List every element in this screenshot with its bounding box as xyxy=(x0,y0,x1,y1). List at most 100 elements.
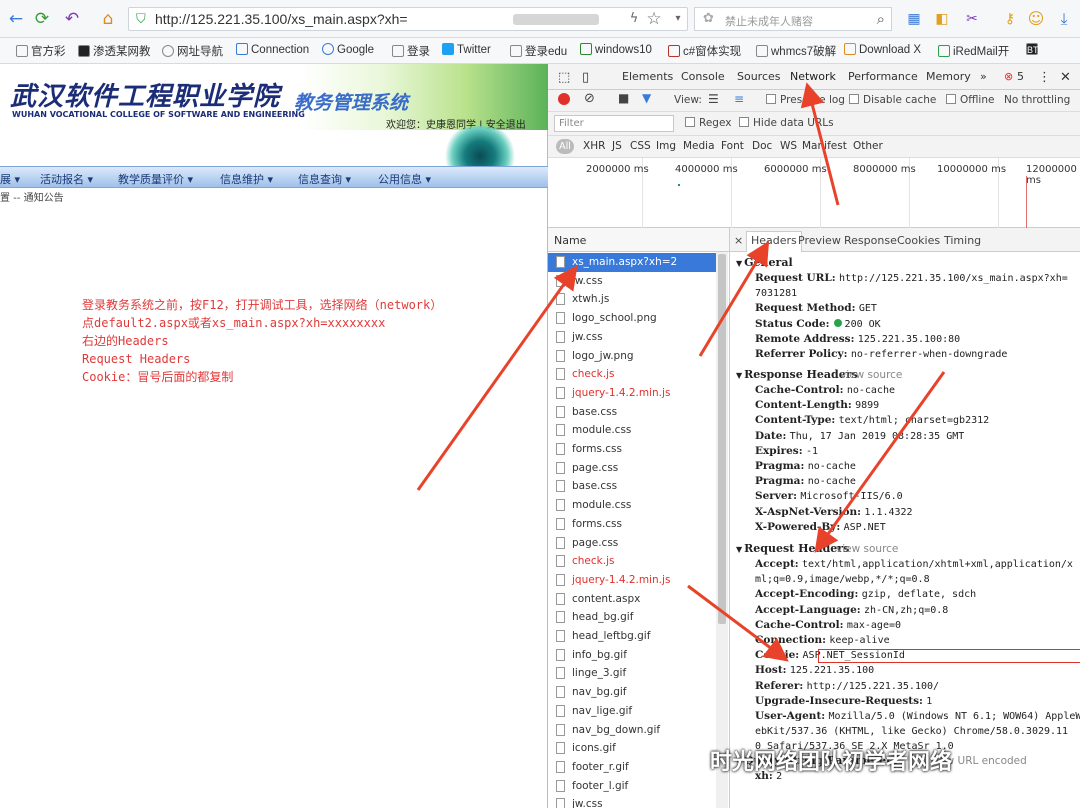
type-js[interactable]: JS xyxy=(612,140,622,152)
camera-icon[interactable]: ■ xyxy=(618,91,629,105)
filter-input[interactable]: Filter xyxy=(554,115,674,132)
nav-item[interactable]: 信息维护 ▾ xyxy=(220,171,273,187)
tab-memory[interactable]: Memory xyxy=(926,70,971,83)
type-img[interactable]: Img xyxy=(656,140,676,152)
error-icon[interactable]: ⊗ xyxy=(1004,70,1013,83)
key-icon[interactable]: ⚷ xyxy=(1000,9,1020,29)
request-row[interactable]: jquery-1.4.2.min.js xyxy=(548,571,716,590)
tab-timing[interactable]: Timing xyxy=(944,234,981,247)
tab-response[interactable]: Response xyxy=(844,234,897,247)
device-icon[interactable]: ▯ xyxy=(582,70,589,85)
request-row[interactable]: head_bg.gif xyxy=(548,608,716,627)
view-source-link[interactable]: view source xyxy=(840,369,902,381)
offline-checkbox[interactable]: Offline xyxy=(946,94,994,106)
request-row[interactable]: xtwh.js xyxy=(548,290,716,309)
bookmark[interactable]: Twitter xyxy=(442,43,491,56)
bookmark[interactable]: windows10 xyxy=(580,43,652,56)
request-row[interactable]: content.aspx xyxy=(548,590,716,609)
lightning-icon[interactable]: ϟ xyxy=(624,9,644,29)
view-source-link[interactable]: view source xyxy=(836,543,898,555)
request-row[interactable]: jw.css xyxy=(548,328,716,347)
dropdown-icon[interactable]: ▾ xyxy=(668,9,688,29)
kebab-menu-icon[interactable]: ⋮ xyxy=(1038,70,1051,85)
tab-sources[interactable]: Sources xyxy=(737,70,781,83)
bookmark[interactable]: 网址导航 xyxy=(162,43,223,59)
search-box[interactable]: ✿ 禁止未成年人赌容 ⌕ xyxy=(694,7,892,31)
request-row[interactable]: check.js xyxy=(548,365,716,384)
request-row[interactable]: icons.gif xyxy=(548,739,716,758)
close-icon[interactable]: ✕ xyxy=(1060,70,1071,85)
request-row[interactable]: base.css xyxy=(548,403,716,422)
nav-item[interactable]: 教学质量评价 ▾ xyxy=(118,171,193,187)
type-manifest[interactable]: Manifest xyxy=(802,140,847,152)
bookmark[interactable]: whmcs7破解 xyxy=(756,43,836,59)
regex-checkbox[interactable]: Regex xyxy=(685,117,731,129)
reload-icon[interactable]: ⟳ xyxy=(32,9,52,29)
extension-icon[interactable]: ◧ xyxy=(932,9,952,29)
type-doc[interactable]: Doc xyxy=(752,140,772,152)
tab-elements[interactable]: Elements xyxy=(622,70,673,83)
request-row[interactable]: nav_bg_down.gif xyxy=(548,721,716,740)
tab-console[interactable]: Console xyxy=(681,70,725,83)
nav-item[interactable]: 信息查询 ▾ xyxy=(298,171,351,187)
search-icon[interactable]: ⌕ xyxy=(877,10,885,28)
hide-data-urls-checkbox[interactable]: Hide data URLs xyxy=(739,117,834,129)
translate-icon[interactable]: ▦ xyxy=(904,9,924,29)
scissors-icon[interactable]: ✂ xyxy=(962,9,982,29)
nav-item[interactable]: 活动报名 ▾ xyxy=(40,171,93,187)
inspect-icon[interactable]: ⬚ xyxy=(558,70,570,85)
network-timeline[interactable]: 2000000 ms 4000000 ms 6000000 ms 8000000… xyxy=(548,158,1080,228)
record-icon[interactable] xyxy=(558,93,570,105)
tab-performance[interactable]: Performance xyxy=(848,70,918,83)
request-row[interactable]: module.css xyxy=(548,421,716,440)
request-row[interactable]: module.css xyxy=(548,496,716,515)
preserve-log-checkbox[interactable]: Preserve log xyxy=(766,94,845,106)
request-row[interactable]: nav_lige.gif xyxy=(548,702,716,721)
request-row[interactable]: xs_main.aspx?xh=2 xyxy=(548,253,716,272)
request-row[interactable]: linge_3.gif xyxy=(548,664,716,683)
request-row[interactable]: logo_school.png xyxy=(548,309,716,328)
bookmark[interactable]: c#窗体实现 xyxy=(668,43,741,59)
download-icon[interactable]: ⤓ xyxy=(1054,9,1074,29)
clear-icon[interactable]: ⊘ xyxy=(584,91,595,106)
request-row[interactable]: nav_bg.gif xyxy=(548,683,716,702)
type-css[interactable]: CSS xyxy=(630,140,651,152)
request-row[interactable]: jw.css xyxy=(548,795,716,808)
expand-icon[interactable]: ▼ xyxy=(736,544,742,554)
general-section[interactable]: ▼ General xyxy=(736,256,793,269)
request-row[interactable]: head_leftbg.gif xyxy=(548,627,716,646)
request-row[interactable]: page.css xyxy=(548,459,716,478)
type-other[interactable]: Other xyxy=(853,140,883,152)
welcome-text[interactable]: 欢迎您：史康恩同学 | 安全退出 xyxy=(386,116,526,131)
type-xhr[interactable]: XHR xyxy=(583,140,605,152)
bookmark[interactable]: 登录edu xyxy=(510,43,567,59)
disable-cache-checkbox[interactable]: Disable cache xyxy=(849,94,936,106)
tab-more[interactable]: » xyxy=(980,70,987,83)
tab-cookies[interactable]: Cookies xyxy=(897,234,940,247)
request-row[interactable]: jquery-1.4.2.min.js xyxy=(548,384,716,403)
bookmark[interactable]: BT xyxy=(1026,43,1053,56)
tab-preview[interactable]: Preview xyxy=(798,234,841,247)
request-row[interactable]: footer_l.gif xyxy=(548,777,716,796)
type-ws[interactable]: WS xyxy=(780,140,797,152)
bookmark[interactable]: 渗透某网教 xyxy=(78,43,151,59)
undo-icon[interactable]: ↶ xyxy=(62,9,82,29)
nav-item[interactable]: 展 ▾ xyxy=(0,171,20,187)
home-icon[interactable]: ⌂ xyxy=(98,9,118,29)
request-row[interactable]: jw.css xyxy=(548,272,716,291)
address-bar[interactable]: ⛉ http://125.221.35.100/xs_main.aspx?xh= xyxy=(128,7,688,31)
list-view-icon[interactable]: ☰ xyxy=(708,92,719,106)
bookmark[interactable]: Download X xyxy=(844,43,921,56)
request-row[interactable]: check.js xyxy=(548,552,716,571)
type-all[interactable]: All xyxy=(556,139,574,154)
request-row[interactable]: forms.css xyxy=(548,515,716,534)
star-icon[interactable]: ☆ xyxy=(644,9,664,29)
bookmark[interactable]: Connection xyxy=(236,43,309,56)
type-media[interactable]: Media xyxy=(683,140,715,152)
request-row[interactable]: info_bg.gif xyxy=(548,646,716,665)
throttling-select[interactable]: No throttling xyxy=(1004,94,1070,106)
expand-icon[interactable]: ▼ xyxy=(736,258,742,268)
bookmark[interactable]: Google xyxy=(322,43,374,56)
waterfall-view-icon[interactable]: ≡ xyxy=(734,92,744,106)
back-icon[interactable]: ← xyxy=(6,9,26,29)
